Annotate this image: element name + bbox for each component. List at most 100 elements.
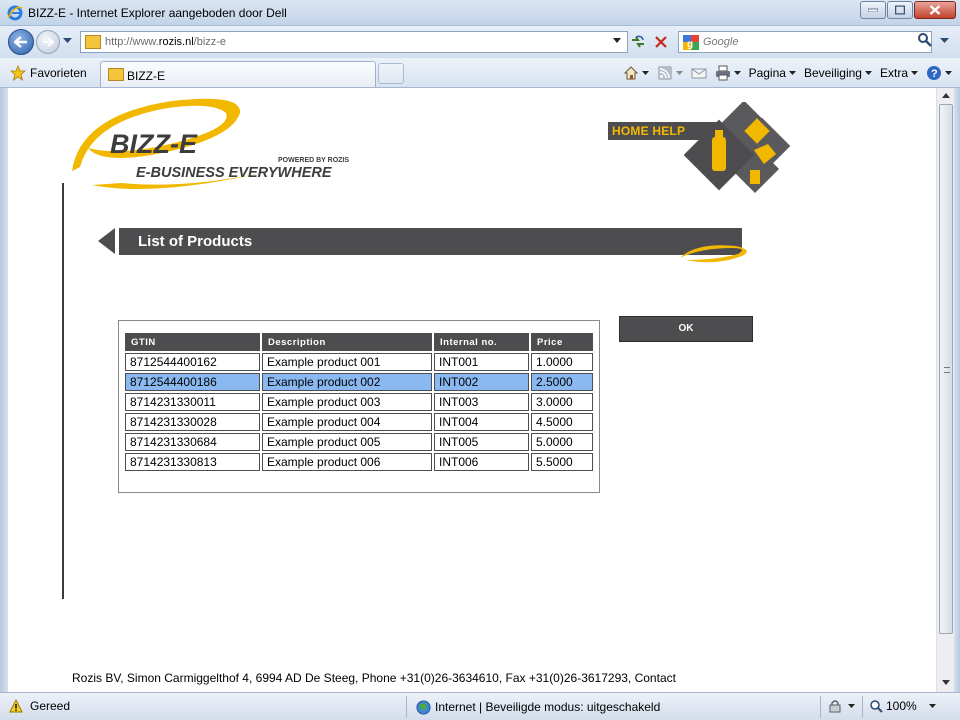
favorites-toolbar: Favorieten BIZZ-E Pagina Beveiliging Ext…: [0, 58, 960, 88]
products-table: GTIN Description Internal no. Price 8712…: [123, 331, 595, 473]
back-button[interactable]: [8, 29, 34, 55]
scroll-up-icon[interactable]: [942, 93, 950, 98]
cell-price: 1.0000: [531, 353, 593, 371]
scroll-down-icon[interactable]: [942, 680, 950, 685]
cell-gtin: 8714231330011: [125, 393, 260, 411]
zoom-icon: [870, 699, 883, 713]
printer-icon: [715, 65, 730, 81]
scrollbar-thumb[interactable]: [939, 104, 953, 634]
print-button[interactable]: [715, 65, 741, 81]
scroll-grip-icon: [944, 367, 950, 373]
search-dropdown-icon[interactable]: [940, 38, 949, 44]
url-dropdown-icon[interactable]: [613, 38, 621, 43]
minimize-button[interactable]: [860, 1, 886, 19]
banner-swoosh-icon: [680, 245, 747, 263]
favorites-button[interactable]: Favorieten: [10, 63, 87, 83]
table-row[interactable]: 8714231330684 Example product 005 INT005…: [125, 433, 593, 451]
new-tab-button[interactable]: [378, 63, 404, 84]
table-row[interactable]: 8714231330813 Example product 006 INT006…: [125, 453, 593, 471]
table-row[interactable]: 8712544400162 Example product 001 INT001…: [125, 353, 593, 371]
svg-text:?: ?: [931, 68, 938, 80]
minimize-icon: [868, 8, 878, 12]
chevron-down-icon: [864, 71, 872, 75]
section-banner: List of Products: [98, 228, 758, 268]
cell-internal-no: INT004: [434, 413, 529, 431]
zoom-control[interactable]: 100%: [870, 699, 936, 713]
svg-text:g: g: [687, 39, 693, 50]
table-row[interactable]: 8714231330011 Example product 003 INT003…: [125, 393, 593, 411]
column-header-internal-no: Internal no.: [434, 333, 529, 351]
globe-icon: [416, 699, 431, 715]
close-button[interactable]: [914, 1, 956, 19]
security-zone[interactable]: Internet | Beveiligde modus: uitgeschake…: [416, 698, 660, 716]
cell-internal-no: INT005: [434, 433, 529, 451]
protected-mode-button[interactable]: [828, 699, 855, 713]
history-dropdown-icon[interactable]: [63, 38, 72, 44]
page-menu-button[interactable]: Pagina: [749, 66, 796, 80]
table-row-selected[interactable]: 8712544400186 Example product 002 INT002…: [125, 373, 593, 391]
forward-button[interactable]: [36, 30, 60, 54]
tab-bizz-e[interactable]: BIZZ-E: [100, 61, 376, 87]
chevron-down-icon: [788, 71, 796, 75]
status-separator: [406, 696, 407, 718]
footer-contact-link[interactable]: Contact: [635, 671, 676, 685]
table-row[interactable]: 8714231330028 Example product 004 INT004…: [125, 413, 593, 431]
mail-icon: [691, 68, 707, 79]
help-menu-button[interactable]: ?: [926, 65, 952, 81]
chevron-down-icon: [848, 704, 855, 708]
ok-button[interactable]: OK: [619, 316, 753, 342]
cell-gtin: 8712544400162: [125, 353, 260, 371]
search-field[interactable]: g Google: [678, 31, 932, 53]
chevron-down-icon: [675, 71, 683, 75]
cell-gtin: 8712544400186: [125, 373, 260, 391]
maximize-button[interactable]: [887, 1, 913, 19]
page-menu-label: Pagina: [748, 66, 786, 80]
home-icon: [623, 66, 638, 80]
chevron-down-icon: [945, 71, 952, 75]
status-text: Gereed: [30, 699, 71, 713]
feeds-button[interactable]: [657, 65, 683, 81]
warning-icon: [9, 699, 23, 713]
help-link[interactable]: HELP: [652, 124, 685, 138]
site-favicon-icon: [85, 35, 101, 49]
column-header-description: Description: [262, 333, 432, 351]
stop-icon[interactable]: [652, 33, 670, 51]
extra-menu-label: Extra: [879, 66, 908, 80]
mail-button[interactable]: [691, 65, 707, 81]
cell-internal-no: INT006: [434, 453, 529, 471]
cell-internal-no: INT001: [434, 353, 529, 371]
page-footer: Rozis BV, Simon Carmiggelthof 4, 6994 AD…: [72, 671, 676, 685]
lock-icon: [829, 700, 841, 713]
command-bar: Pagina Beveiliging Extra ?: [615, 63, 952, 83]
google-logo-icon: g: [683, 35, 699, 50]
cell-description: Example product 001: [262, 353, 432, 371]
home-button[interactable]: [623, 65, 649, 81]
cell-price: 5.0000: [531, 433, 593, 451]
extra-menu-button[interactable]: Extra: [880, 66, 918, 80]
footer-address: Rozis BV, Simon Carmiggelthof 4, 6994 AD…: [72, 671, 632, 685]
search-icon[interactable]: [918, 33, 932, 47]
banner-arrow-icon: [98, 228, 115, 254]
cell-price: 3.0000: [531, 393, 593, 411]
cell-description: Example product 005: [262, 433, 432, 451]
cell-price: 2.5000: [531, 373, 593, 391]
cell-description: Example product 004: [262, 413, 432, 431]
home-help-nav: HOME HELP: [608, 102, 808, 212]
status-bar: Gereed Internet | Beveiligde modus: uitg…: [0, 692, 960, 720]
safety-menu-button[interactable]: Beveiliging: [804, 66, 872, 80]
logo-powered-by: POWERED BY ROZIS: [278, 157, 349, 164]
zoom-level: 100%: [886, 699, 917, 713]
cell-description: Example product 006: [262, 453, 432, 471]
table-header-row: GTIN Description Internal no. Price: [125, 333, 593, 351]
safety-menu-label: Beveiliging: [803, 66, 862, 80]
vertical-scrollbar[interactable]: [936, 88, 954, 692]
home-link[interactable]: HOME: [612, 124, 649, 138]
refresh-icon[interactable]: [629, 33, 647, 51]
section-title: List of Products: [138, 233, 253, 250]
logo-tagline: E-BUSINESS EVERYWHERE: [136, 165, 333, 181]
window-title: BIZZ-E - Internet Explorer aangeboden do…: [28, 6, 287, 20]
url-field[interactable]: http://www.rozis.nl/bizz-e: [80, 31, 628, 53]
home-help-text: HOME HELP: [612, 124, 685, 138]
cell-internal-no: INT003: [434, 393, 529, 411]
page-viewport: BIZZ-E E-BUSINESS EVERYWHERE POWERED BY …: [8, 88, 936, 692]
